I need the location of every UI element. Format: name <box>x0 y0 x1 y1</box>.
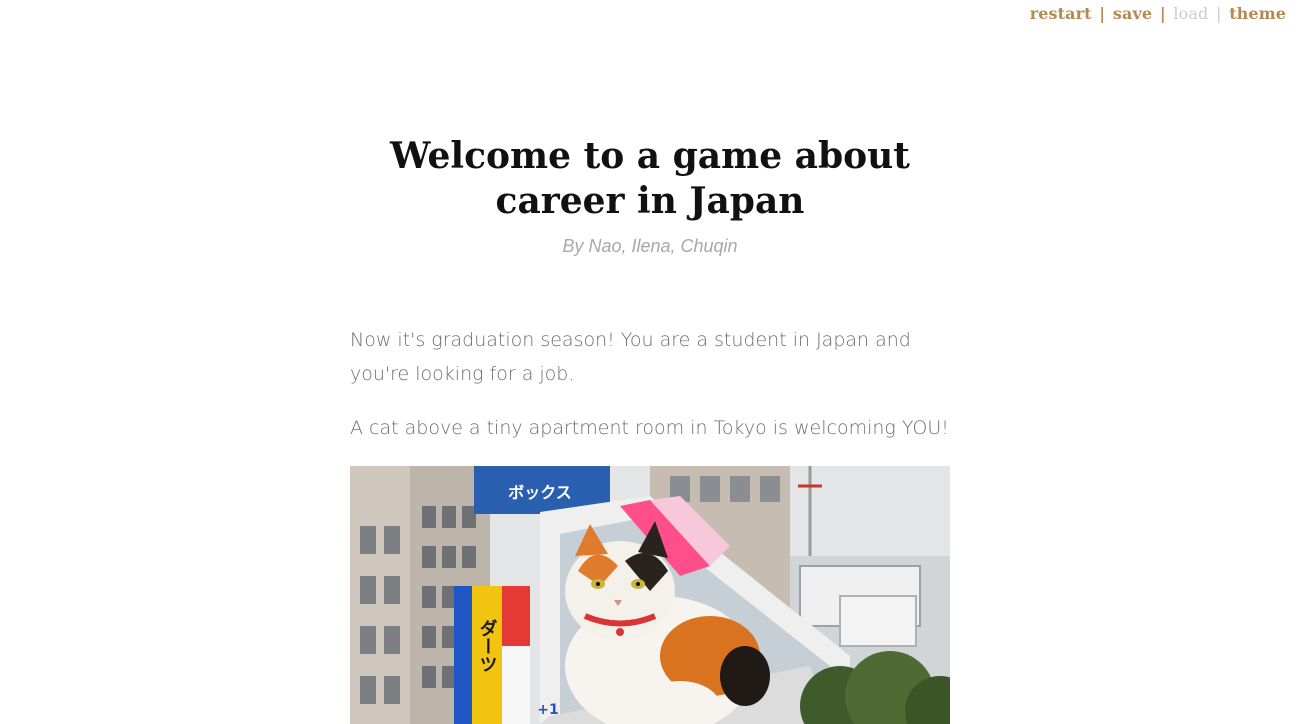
title-block: Welcome to a game about career in Japan … <box>350 134 950 257</box>
menu-separator: | <box>1216 4 1222 23</box>
save-link[interactable]: save <box>1113 4 1152 23</box>
top-menu: restart | save | load | theme <box>1030 4 1286 23</box>
vertical-sign-text: ダーツ <box>477 618 498 673</box>
load-link[interactable]: load <box>1173 4 1208 23</box>
byline: By Nao, Ilena, Chuqin <box>562 236 738 256</box>
theme-link[interactable]: theme <box>1229 4 1286 23</box>
menu-separator: | <box>1159 4 1166 23</box>
story-text: Now it's graduation season! You are a st… <box>350 323 950 465</box>
story-paragraph: Now it's graduation season! You are a st… <box>350 329 911 385</box>
counter-label: +1 <box>537 702 558 718</box>
sign-text: ボックス <box>508 483 572 502</box>
page-title: Welcome to a game about career in Japan <box>390 135 910 222</box>
restart-link[interactable]: restart <box>1030 4 1092 23</box>
menu-separator: | <box>1099 4 1106 23</box>
cat-billboard-image: ボックス ダーツ +1 <box>350 466 950 724</box>
story-paragraph: A cat above a tiny apartment room in Tok… <box>350 417 949 439</box>
